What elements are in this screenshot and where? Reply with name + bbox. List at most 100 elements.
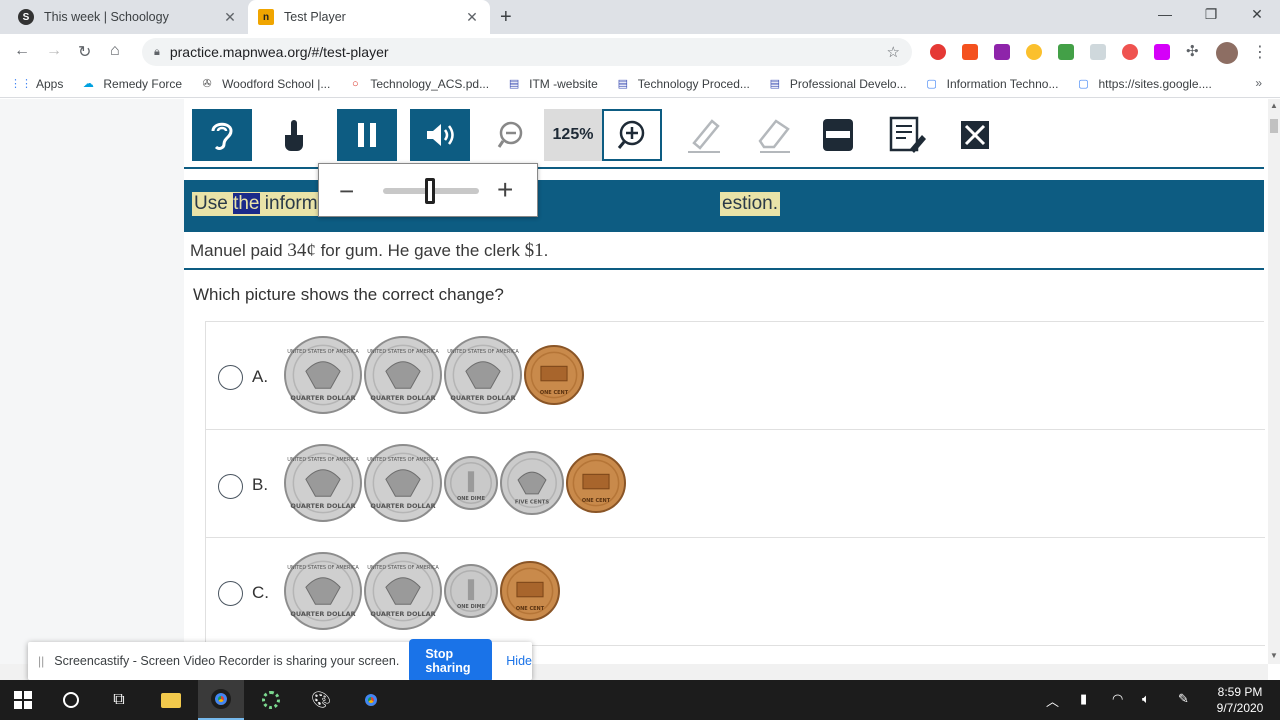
bookmark-info-tech[interactable]: ▢ Information Techno... (925, 76, 1059, 91)
screencastify-bar: || Screencastify - Screen Video Recorder… (28, 639, 532, 683)
speaker-icon[interactable]: 🔈︎ (1142, 691, 1150, 707)
extension-orange-icon[interactable] (962, 44, 978, 60)
doc-icon: ▤ (769, 78, 781, 90)
coin-text: QUARTER DOLLAR (370, 502, 435, 510)
extension-magenta-icon[interactable] (1154, 44, 1170, 60)
extension-yellow-icon[interactable] (1026, 44, 1042, 60)
bookmark-label: Information Techno... (946, 76, 1059, 91)
scroll-up-icon[interactable]: ▲ (1270, 101, 1278, 110)
paint-app-button[interactable]: 🎨︎ (298, 680, 344, 720)
coin-text: QUARTER DOLLAR (290, 502, 355, 510)
school-icon: ✇ (202, 78, 212, 90)
radio-button[interactable] (218, 365, 243, 390)
doc-icon: ▤ (508, 78, 520, 90)
browser-menu-icon[interactable]: ⋮ (1252, 42, 1268, 62)
loading-app-button[interactable] (248, 680, 294, 720)
more-bookmarks-icon[interactable]: » (1255, 76, 1262, 90)
back-icon[interactable]: ← (14, 42, 30, 60)
address-bar[interactable]: 🔒︎ practice.mapnwea.org/#/test-player ☆ (142, 38, 912, 66)
zoom-slider-thumb[interactable] (425, 178, 435, 204)
eraser-button[interactable] (744, 109, 804, 161)
close-window-icon[interactable]: ✕ (1234, 6, 1280, 23)
tab-schoology[interactable]: S This week | Schoology ✕ (8, 0, 248, 34)
quarter-coin: QUARTER DOLLAR UNITED STATES OF AMERICA (364, 444, 442, 522)
cortana-circle-icon (63, 692, 79, 708)
zoom-out-button[interactable] (484, 109, 540, 161)
url-text: practice.mapnwea.org/#/test-player (169, 44, 389, 60)
zoom-in-button[interactable] (602, 109, 662, 161)
bookmark-remedy-force[interactable]: ☁ Remedy Force (81, 77, 182, 91)
search-button[interactable] (48, 680, 94, 720)
bookmark-apps[interactable]: ⋮⋮ Apps (10, 77, 63, 91)
bookmark-professional-dev[interactable]: ▤ Professional Develo... (768, 77, 907, 91)
coin-text: UNITED STATES OF AMERICA (367, 457, 439, 463)
quarter-coin: QUARTER DOLLAR UNITED STATES OF AMERICA (364, 336, 442, 414)
answer-option-a[interactable]: A. QUARTER DOLLAR UNITED STATES OF AMERIC… (206, 322, 1265, 430)
highlighter-button[interactable] (674, 109, 734, 161)
radio-button[interactable] (218, 474, 243, 499)
task-view-button[interactable]: ⧉ (96, 680, 142, 720)
home-icon[interactable]: ⌂ (110, 42, 120, 60)
restore-icon[interactable]: ❐ (1188, 6, 1234, 23)
wifi-icon[interactable]: ◠ (1112, 691, 1123, 707)
pause-icon (358, 123, 376, 147)
bookmark-technology-acs[interactable]: ○ Technology_ACS.pd... (348, 77, 489, 91)
extension-record-icon[interactable] (930, 44, 946, 60)
new-tab-icon[interactable]: + (500, 6, 512, 29)
extension-red-icon[interactable] (1122, 44, 1138, 60)
chrome-taskbar-active[interactable] (198, 680, 244, 720)
reload-icon[interactable]: ↻ (78, 42, 91, 62)
coin-text: ONE CENT (582, 498, 611, 504)
close-tab-icon[interactable]: ✕ (464, 9, 480, 26)
touch-button[interactable] (264, 109, 324, 161)
system-clock[interactable]: 8:59 PM 9/7/2020 (1206, 684, 1274, 716)
answer-eliminator-button[interactable] (945, 109, 1005, 161)
chrome-taskbar[interactable] (348, 680, 394, 720)
show-hidden-icons[interactable]: ︿ (1046, 691, 1059, 710)
answer-option-b[interactable]: B. QUARTER DOLLAR UNITED STATES OF AMERIC… (206, 430, 1265, 538)
microphone-icon[interactable]: ▮ (1080, 691, 1087, 707)
vertical-scrollbar[interactable]: ▲ ▼ (1268, 99, 1280, 664)
bookmark-star-icon[interactable]: ☆ (887, 43, 900, 61)
spinner-icon (262, 691, 280, 709)
pen-icon[interactable]: ✎ (1178, 691, 1189, 707)
bookmark-itm[interactable]: ▤ ITM -website (507, 77, 598, 91)
extension-green-icon[interactable] (1058, 44, 1074, 60)
pause-button[interactable] (337, 109, 397, 161)
bookmark-sites-google[interactable]: ▢ https://sites.google.... (1076, 77, 1212, 91)
extensions-puzzle-icon[interactable]: ✣ (1186, 42, 1202, 60)
drag-handle-icon[interactable]: || (38, 654, 44, 668)
file-explorer-button[interactable] (148, 680, 194, 720)
profile-avatar[interactable] (1216, 42, 1238, 64)
extension-purple-icon[interactable] (994, 44, 1010, 60)
clock-time: 8:59 PM (1217, 685, 1263, 699)
scrollbar-thumb[interactable] (1270, 119, 1278, 133)
option-label: A. (252, 367, 269, 386)
forward-icon[interactable]: → (46, 42, 62, 60)
answer-option-c[interactable]: C. QUARTER DOLLAR UNITED STATES OF AMERIC… (206, 538, 1265, 646)
coin-text: ONE CENT (540, 390, 569, 396)
bookmark-woodford[interactable]: ✇ Woodford School |... (200, 77, 330, 91)
notepad-button[interactable] (878, 109, 938, 161)
start-button[interactable] (0, 680, 46, 720)
tab-test-player[interactable]: n Test Player ✕ (248, 0, 490, 34)
zoom-minus-button[interactable]: − (339, 176, 354, 207)
quarter-coin: QUARTER DOLLAR UNITED STATES OF AMERICA (284, 336, 362, 414)
close-tab-icon[interactable]: ✕ (222, 9, 238, 26)
hide-button[interactable]: Hide (506, 654, 532, 668)
volume-button[interactable] (410, 109, 470, 161)
minimize-icon[interactable]: — (1142, 6, 1188, 22)
coin-text: UNITED STATES OF AMERICA (447, 349, 519, 355)
scroll-down-icon[interactable]: ▼ (1270, 651, 1278, 660)
quarter-coin: QUARTER DOLLAR UNITED STATES OF AMERICA (444, 336, 522, 414)
line-reader-button[interactable] (808, 109, 868, 161)
zoom-plus-button[interactable]: + (497, 174, 513, 206)
bookmark-label: Technology_ACS.pd... (370, 76, 490, 91)
stop-sharing-button[interactable]: Stop sharing (409, 639, 493, 683)
passage-text: Manuel paid 34¢ for gum. He gave the cle… (190, 240, 548, 262)
bookmark-tech-procedures[interactable]: ▤ Technology Proced... (616, 77, 750, 91)
radio-button[interactable] (218, 581, 243, 606)
extension-grey-icon[interactable] (1090, 44, 1106, 60)
listen-button[interactable] (192, 109, 252, 161)
notepad-icon (889, 116, 926, 153)
